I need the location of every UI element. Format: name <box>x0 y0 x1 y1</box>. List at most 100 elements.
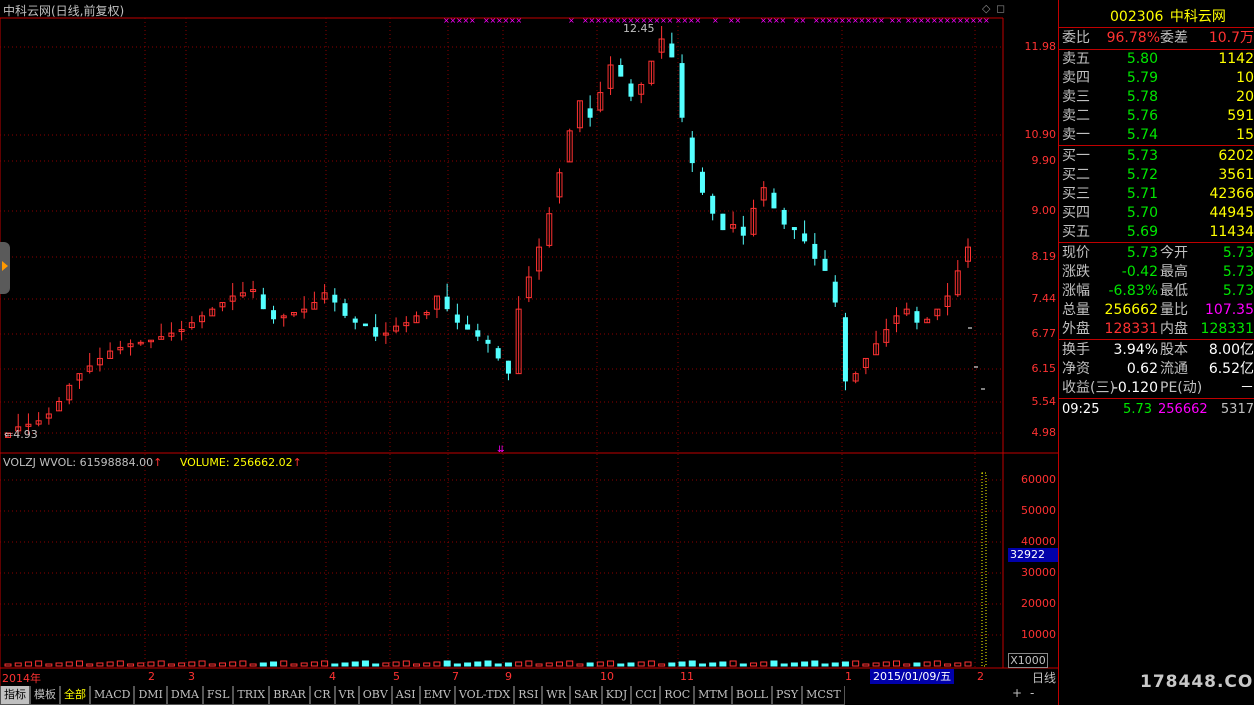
candle-body <box>362 323 368 327</box>
signal-marker: × <box>800 16 807 25</box>
indicator-tab[interactable]: EMV <box>419 686 455 705</box>
volume-bar <box>290 663 298 667</box>
quote-label: 卖一 <box>1062 127 1090 143</box>
indicator-tab[interactable]: RSI <box>514 686 543 705</box>
volume-bar <box>24 661 32 667</box>
indicator-tab[interactable]: DMA <box>166 686 203 705</box>
candle-body <box>669 43 675 58</box>
volume-bar <box>147 661 155 667</box>
fin-row: 换手 3.94% 股本 8.00亿 <box>1060 341 1254 360</box>
stat-value: 5.73 <box>1126 245 1158 261</box>
stat-label: 量比 <box>1160 302 1188 318</box>
volume-bar <box>464 662 472 667</box>
volume-bar <box>821 663 829 667</box>
indicator-tab[interactable]: PSY <box>771 686 803 705</box>
volume-bar <box>617 663 625 667</box>
stat-value: 256662 <box>1104 302 1158 318</box>
quote-label: 卖二 <box>1062 108 1090 124</box>
price-axis-label: 9.00 <box>1031 204 1057 217</box>
volume-bar <box>55 662 63 667</box>
indicator-tab[interactable]: SAR <box>570 686 602 705</box>
indicator-tab[interactable]: 模板 <box>30 686 60 705</box>
buy-level-row: 买五 5.69 11434 <box>1060 223 1254 242</box>
fin-label: 流通 <box>1160 361 1188 377</box>
chart-settings-icon[interactable]: ◇ <box>982 2 990 15</box>
volume-bar <box>96 662 104 667</box>
indicator-tab[interactable]: KDJ <box>601 686 632 705</box>
volume-bar <box>178 662 186 667</box>
volume-bar <box>208 663 216 667</box>
indicator-tab[interactable]: CCI <box>631 686 661 705</box>
volume-axis-label: 60000 <box>1021 473 1056 486</box>
indicator-tab[interactable]: ROC <box>660 686 695 705</box>
indicator-tab[interactable]: FSL <box>202 686 234 705</box>
indicator-tab[interactable]: WR <box>542 686 571 705</box>
candle-body <box>771 192 777 209</box>
volume-bar <box>137 662 145 667</box>
volume-bar <box>882 661 890 667</box>
signal-marker: × <box>667 16 674 25</box>
volume-bar <box>658 663 666 667</box>
sell-level-row: 卖四 5.79 10 <box>1060 69 1254 88</box>
volume-bar <box>433 661 441 667</box>
time-axis-label: 5 <box>393 670 400 683</box>
indicator-tab[interactable]: 指标 <box>0 686 30 705</box>
volume-bar <box>453 663 461 667</box>
volume-bar <box>259 662 267 667</box>
indicator-tab[interactable]: MACD <box>90 686 135 705</box>
volume-bar <box>341 662 349 667</box>
indicator-tab[interactable]: TRIX <box>233 686 270 705</box>
volume-bar <box>627 662 635 667</box>
weibi-row: 委比 96.78% 委差 10.7万 <box>1060 29 1254 48</box>
time-axis-label: 10 <box>600 670 614 683</box>
quote-value: 6202 <box>1218 148 1254 164</box>
expand-arrow-icon <box>2 261 8 271</box>
candle-body <box>720 213 726 231</box>
volume-bar <box>504 662 512 667</box>
volume-bar <box>474 661 482 667</box>
price-axis-label: 8.19 <box>1031 250 1057 263</box>
volume-bar <box>525 660 533 667</box>
chart-close-icon[interactable]: ◻ <box>996 2 1005 15</box>
volume-bar <box>321 660 329 667</box>
indicator-tab[interactable]: OBV <box>358 686 392 705</box>
quote-label: 卖四 <box>1062 70 1090 86</box>
volume-bar <box>361 660 369 667</box>
fin-value: -0.120 <box>1112 380 1158 396</box>
indicator-tab[interactable]: MTM <box>694 686 733 705</box>
candle-body <box>842 317 848 382</box>
volume-bar <box>770 660 778 667</box>
period-label[interactable]: 日线 <box>1032 669 1056 686</box>
candle-body <box>475 330 481 337</box>
fin-label: PE(动) <box>1160 380 1203 396</box>
candle-body <box>352 318 358 323</box>
tick-price: 5.73 <box>1123 402 1152 417</box>
stat-value: 5.73 <box>1222 283 1254 299</box>
volume-bar <box>14 662 22 667</box>
indicator-tab[interactable]: VR <box>334 686 359 705</box>
volume-bar <box>831 662 839 667</box>
indicator-tab[interactable]: CR <box>309 686 335 705</box>
volume-bar <box>106 661 114 667</box>
tick-extra: 5317 <box>1220 402 1254 417</box>
volume-bar <box>555 661 563 667</box>
indicator-tab[interactable]: DMI <box>134 686 167 705</box>
candle-body <box>679 63 685 118</box>
volume-bar <box>392 661 400 667</box>
indicator-tab[interactable]: ASI <box>391 686 420 705</box>
quote-value: 1142 <box>1218 51 1254 67</box>
buy-level-row: 买一 5.73 6202 <box>1060 147 1254 166</box>
indicator-tab[interactable]: MCST <box>802 686 845 705</box>
indicator-tab[interactable]: VOL-TDX <box>454 686 515 705</box>
kline-chart[interactable]: × × × × × × × × × × × × × × × × × × × × × × × × × × × × × × × × × × × × × × × ×… <box>0 0 1060 686</box>
indicator-tab[interactable]: BOLL <box>732 686 772 705</box>
volume-bar <box>86 663 94 667</box>
quote-value: 20 <box>1236 89 1254 105</box>
volume-bar <box>903 663 911 667</box>
indicator-tab[interactable]: BRAR <box>269 686 310 705</box>
volume-bar <box>198 660 206 667</box>
indicator-tab[interactable]: 全部 <box>60 686 90 705</box>
stat-row: 现价 5.73 今开 5.73 <box>1060 244 1254 263</box>
volume-bar <box>668 662 676 667</box>
candle-body <box>505 360 511 374</box>
